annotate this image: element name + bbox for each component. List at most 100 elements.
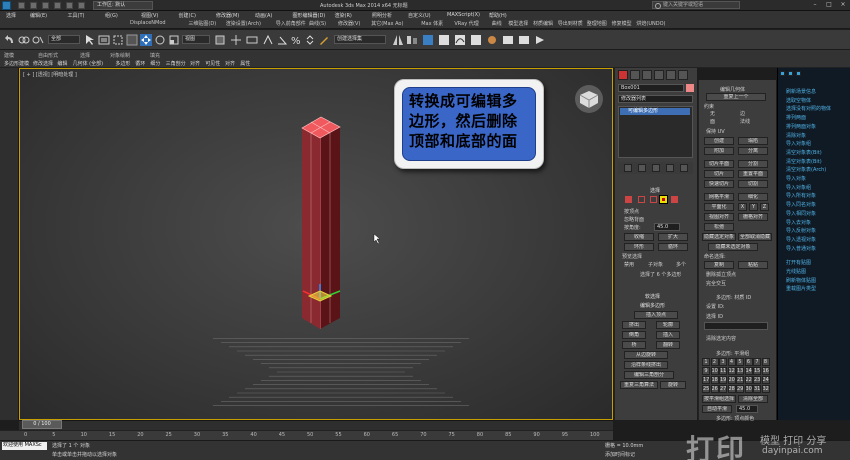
delete-isolated-checkbox[interactable]: 删除孤立顶点 [706, 271, 736, 278]
render-production-icon[interactable] [534, 34, 546, 46]
preserve-uvs-checkbox[interactable]: 保持 UV [706, 128, 725, 135]
tessellate-button[interactable]: 细化 [738, 193, 768, 201]
script-item-2[interactable]: 选择没有对照的物体 [786, 105, 831, 112]
script-item-8[interactable]: 清空对象表(Bit) [786, 158, 822, 165]
planar-x-button[interactable]: X [738, 203, 747, 211]
loop-button[interactable]: 循环 [658, 243, 688, 251]
ribbon-command-6[interactable]: 细分 [150, 60, 160, 67]
menu-sub-item-14[interactable]: 修复模型 [612, 20, 632, 27]
script-item-5[interactable]: 清除对象 [786, 132, 806, 139]
move-icon[interactable] [140, 34, 152, 46]
unlink-icon[interactable] [32, 34, 44, 46]
menu-item-9[interactable]: 照明分析 [372, 12, 392, 19]
open-file-icon[interactable] [30, 2, 37, 9]
menu-sub-item-9[interactable]: 曲线 [492, 20, 502, 27]
split-checkbox[interactable]: 分割 [738, 160, 768, 168]
script-item-12[interactable]: 导入所有对象 [786, 192, 816, 199]
window-crossing-icon[interactable] [126, 34, 138, 46]
ribbon-command-7[interactable]: 三角剖分 [166, 60, 186, 67]
script-item-18[interactable]: 导入普通对象 [786, 245, 816, 252]
menu-item-1[interactable]: 工具(T) [68, 12, 85, 19]
vertex-mode-icon[interactable] [625, 196, 632, 203]
script-item-1[interactable]: 选取空物体 [786, 97, 811, 104]
clear-all-button[interactable]: 清除全部 [738, 395, 768, 403]
smoothing-group-31[interactable]: 31 [753, 385, 761, 393]
ribbon-tab-1[interactable]: 自由形式 [38, 52, 58, 59]
planar-y-button[interactable]: Y [749, 203, 758, 211]
attach-button[interactable]: 附加 [704, 147, 734, 155]
object-color-swatch[interactable] [686, 84, 694, 92]
menu-sub-item-0[interactable]: DisplaceNMod [130, 20, 166, 26]
select-by-name-icon[interactable] [98, 34, 110, 46]
script-item-17[interactable]: 导入透视对象 [786, 236, 816, 243]
unhide-all-button[interactable]: 全部取消隐藏 [738, 233, 772, 241]
display-tab-icon[interactable] [666, 70, 676, 80]
undo-arrow-icon[interactable] [4, 34, 16, 46]
time-slider-thumb[interactable]: 0 / 100 [22, 420, 62, 429]
retriangulate-button[interactable]: 重复三角算法 [620, 381, 658, 389]
ribbon-command-0[interactable]: 多边形建模 [4, 60, 29, 67]
ring-button[interactable]: 环形 [624, 243, 654, 251]
menu-item-7[interactable]: 图形编辑器(D) [293, 12, 326, 19]
script-item-19[interactable]: 打开有贴图 [786, 259, 811, 266]
script-item-10[interactable]: 导入对象 [786, 175, 806, 182]
ribbon-command-9[interactable]: 可见性 [205, 60, 220, 67]
curve-editor-icon[interactable] [454, 34, 466, 46]
smoothing-group-8[interactable]: 8 [761, 358, 770, 366]
script-item-3[interactable]: 排列两面 [786, 114, 806, 121]
menu-item-11[interactable]: MAXScript(X) [447, 12, 480, 18]
menu-item-12[interactable]: 帮助(H) [489, 12, 507, 19]
ribbon-command-1[interactable]: 修改选择 [33, 60, 53, 67]
turn-button[interactable]: 旋转 [660, 381, 686, 389]
stack-item-editable-poly[interactable]: 可编辑多边形 [620, 108, 690, 115]
smoothing-group-5[interactable]: 5 [736, 358, 744, 366]
ribbon-command-10[interactable]: 对齐 [225, 60, 235, 67]
utilities-tab-icon[interactable] [678, 70, 688, 80]
preview-subobject-radio[interactable]: 子对象 [648, 261, 663, 268]
by-angle-checkbox[interactable]: 按角度: [624, 224, 641, 231]
preview-multi-radio[interactable]: 多个 [676, 261, 686, 268]
grow-button[interactable]: 扩大 [658, 233, 688, 241]
smoothing-group-20[interactable]: 20 [727, 376, 736, 384]
smoothing-group-27[interactable]: 27 [719, 385, 727, 393]
outline-button[interactable]: 轮廓 [656, 321, 680, 329]
save-file-icon[interactable] [42, 2, 49, 9]
slice-button[interactable]: 切片 [704, 170, 734, 178]
script-item-7[interactable]: 清空对象表(Bit) [786, 149, 822, 156]
smoothing-group-29[interactable]: 29 [736, 385, 744, 393]
menu-sub-item-5[interactable]: 修改器(V) [338, 20, 360, 27]
menu-sub-item-12[interactable]: 导出到材质 [558, 20, 583, 27]
smoothing-group-4[interactable]: 4 [727, 358, 736, 366]
smoothing-group-3[interactable]: 3 [719, 358, 727, 366]
schematic-view-icon[interactable] [470, 34, 482, 46]
smoothing-group-16[interactable]: 16 [761, 367, 770, 375]
menu-item-4[interactable]: 创建(C) [179, 12, 196, 19]
repeat-last-button[interactable]: 重复上一个 [706, 93, 766, 101]
hide-unselected-button[interactable]: 隐藏未选定对象 [708, 243, 758, 251]
ribbon-tab-3[interactable]: 对象绘制 [110, 52, 130, 59]
smoothing-group-19[interactable]: 19 [719, 376, 727, 384]
smoothing-group-25[interactable]: 25 [702, 385, 710, 393]
render-setup-icon[interactable] [502, 34, 514, 46]
clear-selection-checkbox[interactable]: 清除选定内容 [706, 335, 736, 342]
meshsmooth-button[interactable]: 网格平滑 [704, 193, 734, 201]
smoothing-group-18[interactable]: 18 [710, 376, 719, 384]
smoothing-group-21[interactable]: 21 [736, 376, 744, 384]
material-name-dropdown[interactable] [704, 322, 768, 330]
create-button[interactable]: 创建 [704, 137, 734, 145]
preview-disabled-radio[interactable]: 禁用 [624, 261, 634, 268]
planar-z-button[interactable]: Z [760, 203, 769, 211]
menu-sub-item-4[interactable]: 曲线(S) [309, 20, 326, 27]
graphite-tools-icon[interactable] [438, 34, 450, 46]
modify-tab-icon[interactable] [630, 70, 640, 80]
ignore-backfacing-checkbox[interactable]: 忽略背面 [624, 216, 644, 223]
add-time-tag[interactable]: 添加时间标记 [605, 451, 635, 458]
smoothing-group-28[interactable]: 28 [727, 385, 736, 393]
menu-sub-item-3[interactable]: 导入前角部件 [276, 20, 306, 27]
smoothing-group-23[interactable]: 23 [753, 376, 761, 384]
menu-sub-item-6[interactable]: 其它(Max Ao) [371, 20, 403, 27]
project-folder-icon[interactable] [78, 2, 85, 9]
paste-button[interactable]: 粘贴 [738, 261, 768, 269]
bridge-button[interactable]: 桥 [622, 341, 646, 349]
ribbon-command-3[interactable]: 几何体 (全部) [73, 60, 104, 67]
